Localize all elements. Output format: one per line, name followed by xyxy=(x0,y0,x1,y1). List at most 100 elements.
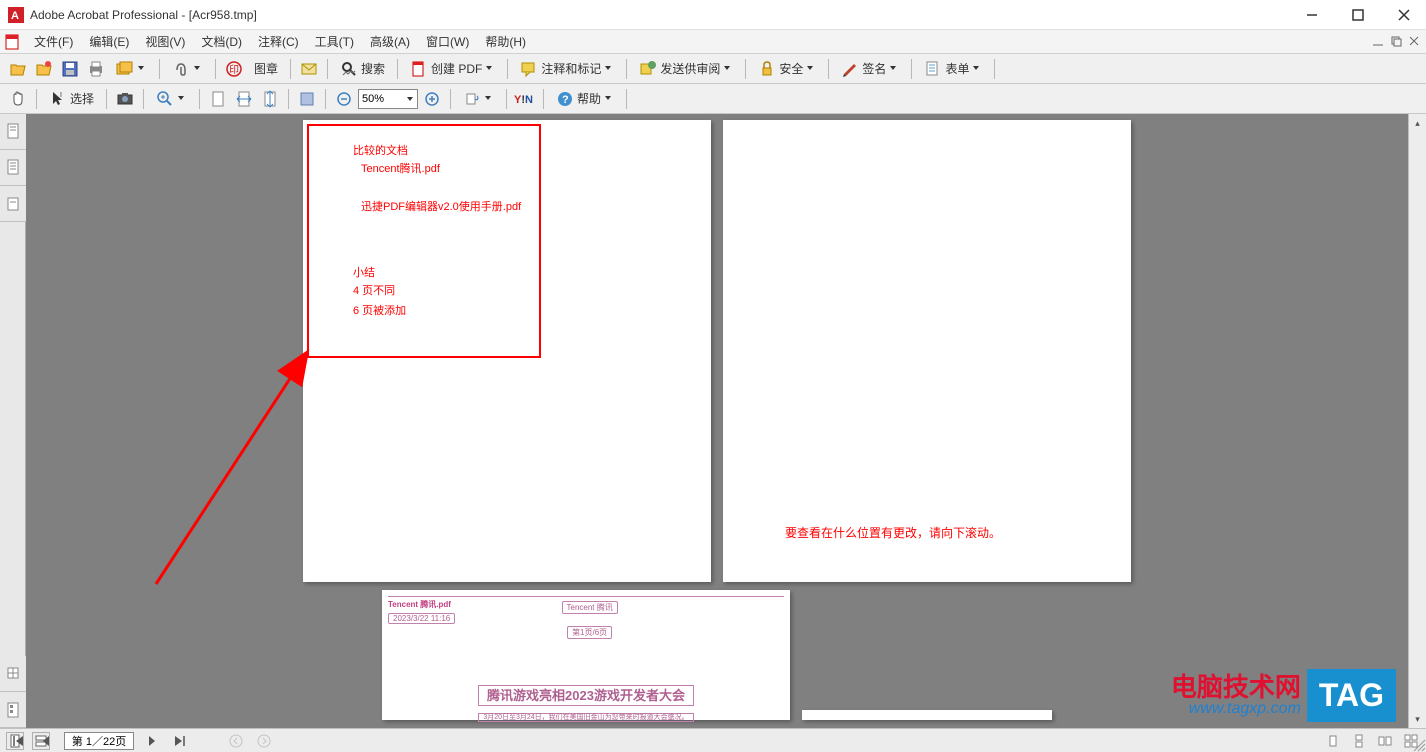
scroll-up-icon[interactable]: ▴ xyxy=(1409,114,1426,132)
pages-tab[interactable] xyxy=(0,114,26,150)
create-pdf-label: 创建 PDF xyxy=(431,60,482,77)
menu-tools[interactable]: 工具(T) xyxy=(307,31,362,52)
send-review-label: 发送供审阅 xyxy=(660,60,720,77)
nav-forward-button[interactable] xyxy=(254,731,274,751)
search-button[interactable]: 搜索 xyxy=(334,57,391,81)
watermark-url: www.tagxp.com xyxy=(1171,700,1301,718)
mdi-close-icon[interactable] xyxy=(1408,35,1422,49)
last-page-button[interactable] xyxy=(170,731,190,751)
stamp-icon[interactable]: 印 xyxy=(222,57,246,81)
attach-button[interactable] xyxy=(166,57,209,81)
fit-page-icon[interactable] xyxy=(206,87,230,111)
organizer-button[interactable] xyxy=(110,57,153,81)
navigation-panel xyxy=(0,114,26,728)
page3-headline: 腾讯游戏亮相2023游戏开发者大会 xyxy=(478,685,694,706)
scroll-down-icon[interactable]: ▾ xyxy=(1409,710,1426,728)
compare-file2: 迅捷PDF编辑器v2.0使用手册.pdf xyxy=(361,198,521,214)
watermark-text: 电脑技术网 xyxy=(1171,674,1301,700)
svg-text:?: ? xyxy=(562,94,569,106)
comments-tab[interactable] xyxy=(0,692,26,728)
select-label: 选择 xyxy=(70,90,94,107)
help-label: 帮助 xyxy=(577,90,601,107)
summary-line2: 6 页被添加 xyxy=(353,302,406,318)
menu-edit[interactable]: 编辑(E) xyxy=(81,31,137,52)
sign-button[interactable]: 签名 xyxy=(835,57,905,81)
hand-tool-icon[interactable] xyxy=(6,87,30,111)
zoom-in-button[interactable] xyxy=(150,87,193,111)
prev-page-button[interactable] xyxy=(36,731,56,751)
page3-pages: 第1页/6页 xyxy=(567,626,612,639)
page3-topcenter: Tencent 腾讯 xyxy=(562,601,618,614)
form-button[interactable]: 表单 xyxy=(918,57,988,81)
save-icon[interactable] xyxy=(58,57,82,81)
print-icon[interactable] xyxy=(84,57,108,81)
first-page-button[interactable] xyxy=(8,731,28,751)
send-review-button[interactable]: 发送供审阅 xyxy=(633,57,739,81)
bookmarks-tab[interactable] xyxy=(0,150,26,186)
mdi-restore-icon[interactable] xyxy=(1390,35,1404,49)
layout-facing-icon[interactable] xyxy=(1376,732,1394,750)
select-tool-button[interactable]: I 选择 xyxy=(43,87,100,111)
window-title: Adobe Acrobat Professional - [Acr958.tmp… xyxy=(30,8,1298,22)
help-button[interactable]: ? 帮助 xyxy=(550,87,620,111)
security-label: 安全 xyxy=(779,60,803,77)
zoom-out-icon[interactable] xyxy=(332,87,356,111)
zoom-value: 50% xyxy=(362,93,384,105)
menu-window[interactable]: 窗口(W) xyxy=(418,31,477,52)
summary-line1: 4 页不同 xyxy=(353,282,395,298)
svg-text:Y!N: Y!N xyxy=(514,94,533,106)
compare-title: 比较的文档 xyxy=(353,142,408,158)
form-label: 表单 xyxy=(945,60,969,77)
layout-single-icon[interactable] xyxy=(1324,732,1342,750)
summary-title: 小结 xyxy=(353,264,375,280)
stamp-button[interactable]: 图章 xyxy=(248,57,284,80)
pdf-page-4 xyxy=(802,710,1052,720)
open-icon[interactable] xyxy=(6,57,30,81)
rotate-button[interactable] xyxy=(457,87,500,111)
nav-back-button[interactable] xyxy=(226,731,246,751)
menu-comments[interactable]: 注释(C) xyxy=(250,31,307,52)
compare-file1: Tencent腾讯.pdf xyxy=(361,160,440,176)
actual-size-icon[interactable] xyxy=(295,87,319,111)
maximize-button[interactable] xyxy=(1344,5,1372,25)
zoom-in2-icon[interactable] xyxy=(420,87,444,111)
minimize-button[interactable] xyxy=(1298,5,1326,25)
svg-text:A: A xyxy=(11,10,19,22)
attachments-tab[interactable] xyxy=(0,656,26,692)
watermark-tag: TAG xyxy=(1307,669,1396,722)
menu-view[interactable]: 视图(V) xyxy=(137,31,193,52)
scroll-instruction: 要查看在什么位置有更改，请向下滚动。 xyxy=(785,524,1001,541)
close-button[interactable] xyxy=(1390,5,1418,25)
layout-continuous-icon[interactable] xyxy=(1350,732,1368,750)
page3-date: 2023/3/22 11:16 xyxy=(388,613,455,624)
pdf-page-3: Tencent 腾讯.pdf 2023/3/22 11:16 Tencent 腾… xyxy=(382,590,790,720)
quick-open-icon[interactable] xyxy=(32,57,56,81)
svg-text:I: I xyxy=(60,92,62,99)
menu-document[interactable]: 文档(D) xyxy=(193,31,250,52)
pdf-icon xyxy=(4,34,20,50)
next-page-button[interactable] xyxy=(142,731,162,751)
menu-file[interactable]: 文件(F) xyxy=(26,31,81,52)
sign-label: 签名 xyxy=(862,60,886,77)
yn-icon[interactable]: Y!N xyxy=(513,87,537,111)
comment-markup-button[interactable]: 注释和标记 xyxy=(514,57,620,81)
menu-advanced[interactable]: 高级(A) xyxy=(362,31,418,52)
pdf-page-2: 要查看在什么位置有更改，请向下滚动。 xyxy=(723,120,1131,582)
zoom-level-select[interactable]: 50% xyxy=(358,89,418,109)
menu-help[interactable]: 帮助(H) xyxy=(477,31,534,52)
document-view[interactable]: 比较的文档 Tencent腾讯.pdf 迅捷PDF编辑器v2.0使用手册.pdf… xyxy=(26,114,1408,728)
signatures-tab[interactable] xyxy=(0,186,26,222)
fit-width-icon[interactable] xyxy=(232,87,256,111)
fit-visible-icon[interactable] xyxy=(258,87,282,111)
watermark: 电脑技术网 www.tagxp.com TAG xyxy=(1171,669,1396,722)
page3-subtext: 3月20日至3月24日，我们在美国旧金山为您带来时报道大会盛况。 xyxy=(478,713,693,722)
mdi-minimize-icon[interactable] xyxy=(1372,35,1386,49)
email-icon[interactable] xyxy=(297,57,321,81)
resize-grip-icon[interactable] xyxy=(1410,736,1426,752)
stamp-label: 图章 xyxy=(254,60,278,77)
create-pdf-button[interactable]: 创建 PDF xyxy=(404,57,501,81)
security-button[interactable]: 安全 xyxy=(752,57,822,81)
page-number-input[interactable]: 第 1／22页 xyxy=(64,732,134,750)
snapshot-tool-icon[interactable] xyxy=(113,87,137,111)
vertical-scrollbar[interactable]: ▴ ▾ xyxy=(1408,114,1426,728)
